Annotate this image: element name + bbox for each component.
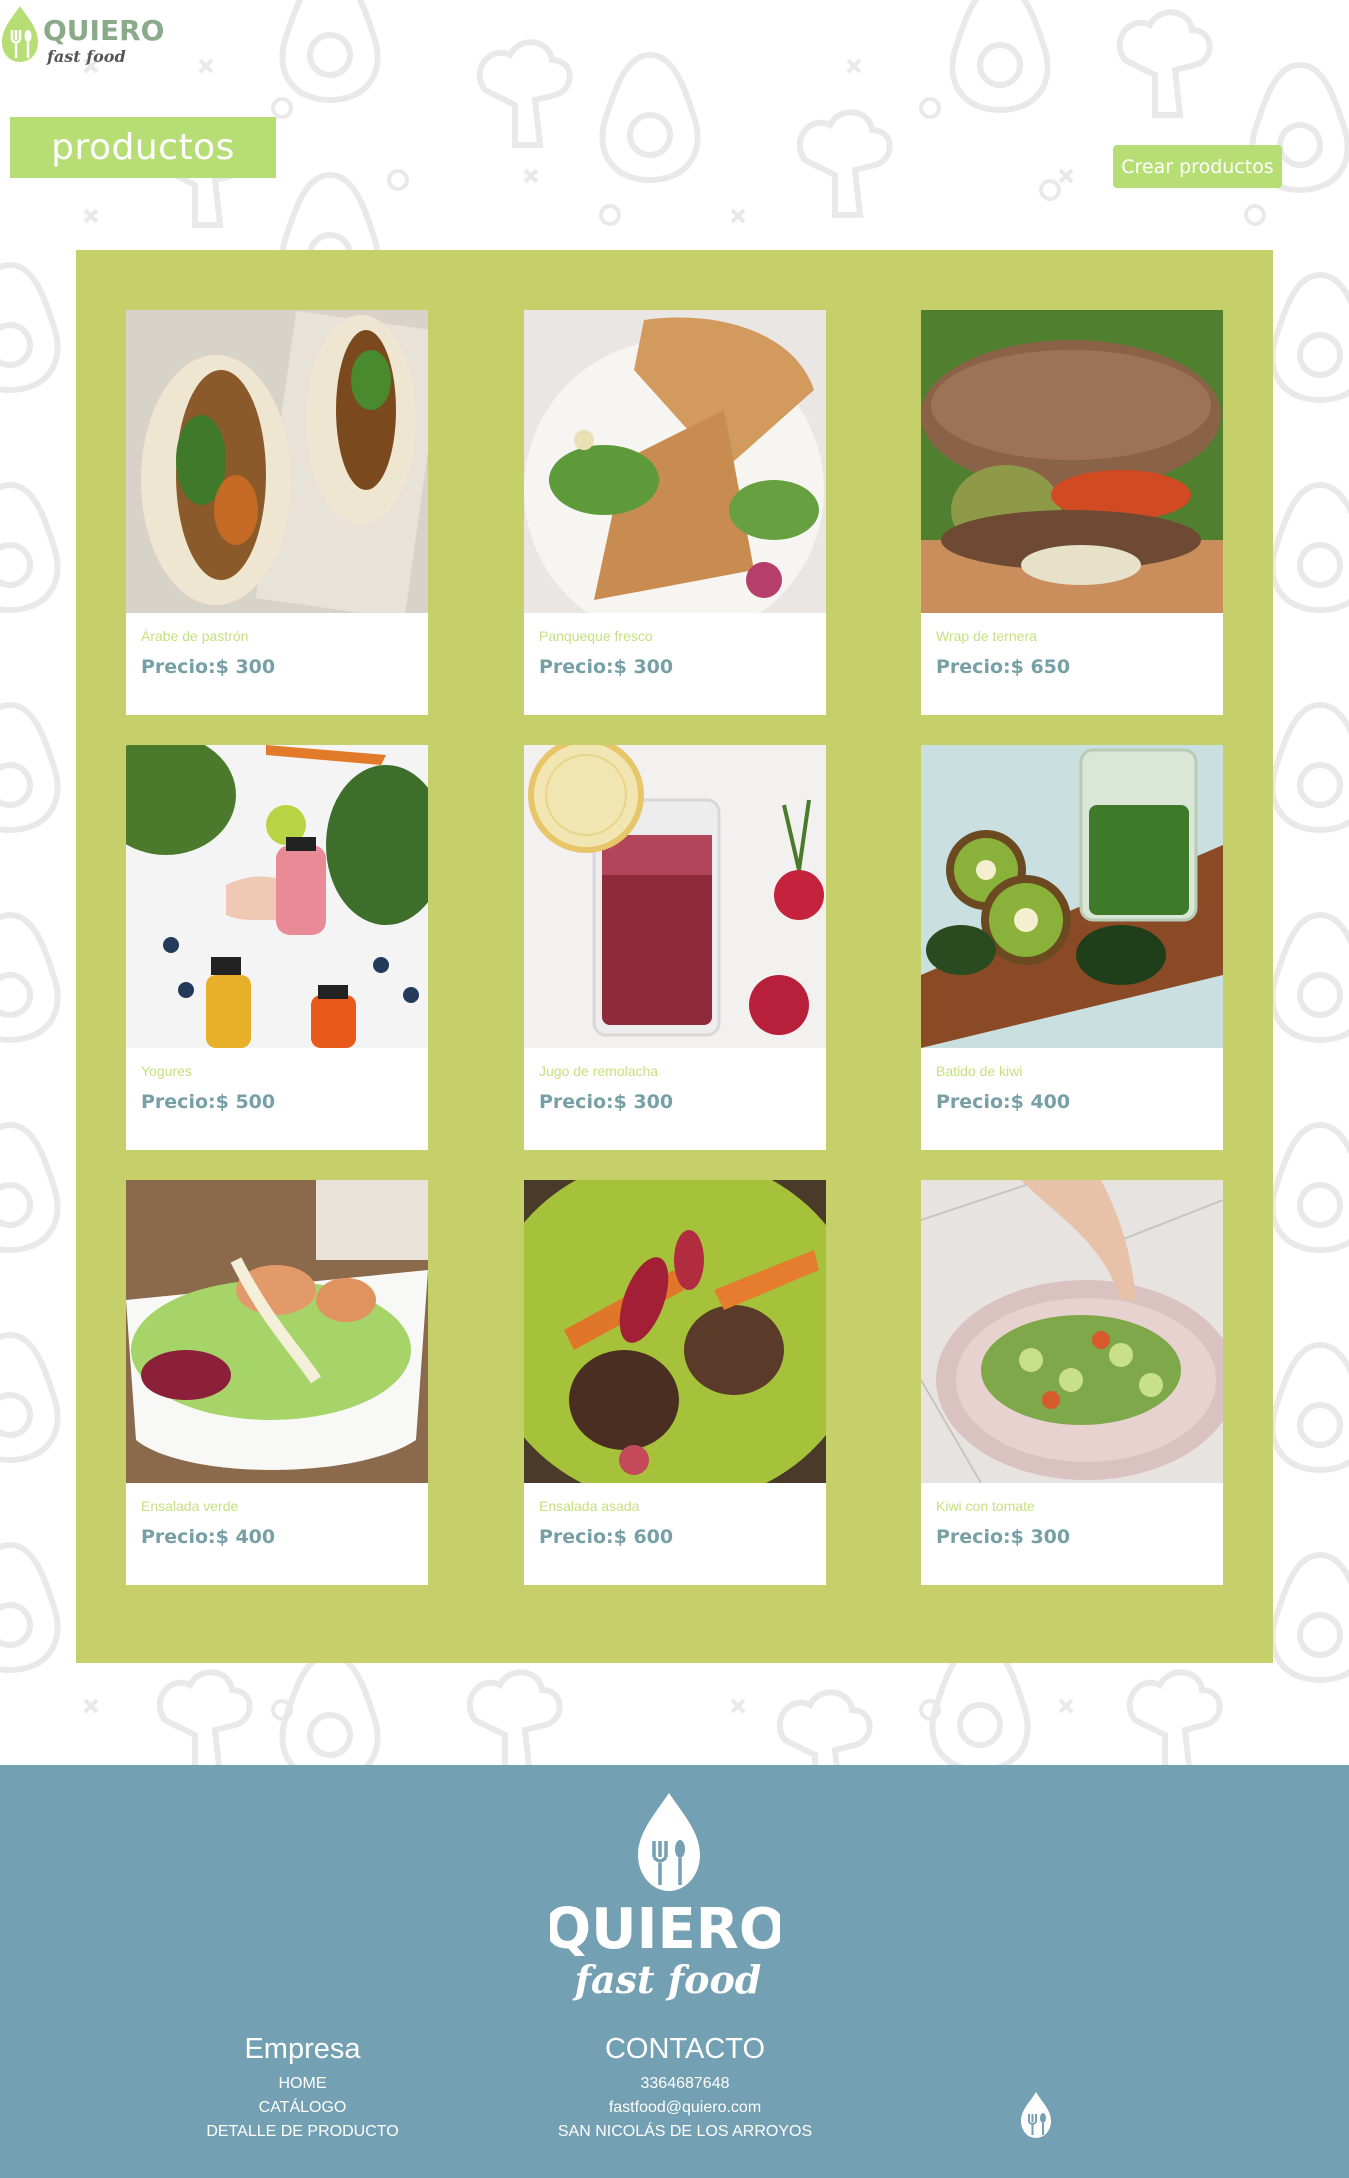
footer-drop-icon [638,1793,700,1891]
footer-empresa-heading: Empresa [244,2033,361,2065]
grilled-salad-photo[interactable] [524,1180,826,1483]
create-products-button[interactable]: Crear productos [1113,145,1282,188]
product-price: Precio:$ 400 [936,1091,1071,1113]
page-title: productos [10,117,276,178]
juice-bottles-photo[interactable] [126,745,428,1048]
cucumber-salad-photo[interactable] [921,1180,1223,1483]
logo-name: QUIERO [43,14,164,47]
product-card[interactable]: Yogures Precio:$ 500 [126,745,428,1150]
logo-tagline: fast food [46,47,126,66]
product-price: Precio:$ 300 [141,656,276,678]
product-price: Precio:$ 300 [936,1526,1071,1548]
footer-address: SAN NICOLÁS DE LOS ARROYOS [557,2123,813,2140]
product-name: Jugo de remolacha [539,1063,659,1079]
product-price: Precio:$ 300 [539,1091,674,1113]
product-name: Ensalada verde [141,1498,239,1514]
crepe-salad-photo[interactable] [524,310,826,613]
footer-link-home[interactable]: HOME [180,2072,425,2096]
footer-logo-tagline: fast food [572,1957,762,2002]
product-card[interactable]: Ensalada verde Precio:$ 400 [126,1180,428,1585]
product-price: Precio:$ 300 [539,656,674,678]
footer-link-detalle[interactable]: DETALLE DE PRODUCTO [180,2120,425,2144]
product-price: Precio:$ 600 [539,1526,674,1548]
footer-link-catalogo[interactable]: CATÁLOGO [180,2096,425,2120]
product-card[interactable]: Árabe de pastrón Precio:$ 300 [126,310,428,715]
logo-drop-icon: QUIERO fast food [2,6,164,66]
burger-photo[interactable] [921,310,1223,613]
product-card[interactable]: Batido de kiwi Precio:$ 400 [921,745,1223,1150]
sandwich-pita-photo[interactable] [126,310,428,613]
beet-juice-photo[interactable] [524,745,826,1048]
product-card[interactable]: Ensalada asada Precio:$ 600 [524,1180,826,1585]
product-price: Precio:$ 650 [936,656,1071,678]
product-card[interactable]: Kiwi con tomate Precio:$ 300 [921,1180,1223,1585]
footer-phone: 3364687648 [640,2075,730,2092]
product-card[interactable]: Wrap de ternera Precio:$ 650 [921,310,1223,715]
product-name: Batido de kiwi [936,1063,1023,1079]
kiwi-smoothie-photo[interactable] [921,745,1223,1048]
product-name: Kiwi con tomate [936,1498,1035,1514]
footer-email[interactable]: fastfood@quiero.com [530,2096,840,2120]
footer-drop-icon [1018,2090,1054,2140]
footer-contacto: CONTACTO 3364687648 fastfood@quiero.com … [530,2033,840,2144]
product-price: Precio:$ 500 [141,1091,276,1113]
product-name: Árabe de pastrón [141,628,249,644]
product-grid: Árabe de pastrón Precio:$ 300 Panqueque … [76,250,1273,1663]
footer-empresa: Empresa HOME CATÁLOGO DETALLE DE PRODUCT… [180,2033,425,2144]
product-name: Ensalada asada [539,1498,640,1514]
footer-logo-name: QUIERO [550,1897,780,1962]
footer-contacto-heading: CONTACTO [604,2033,766,2065]
product-card[interactable]: Jugo de remolacha Precio:$ 300 [524,745,826,1150]
footer-logo[interactable]: QUIERO fast food [544,1793,786,2018]
product-name: Panqueque fresco [539,628,653,644]
brand-logo[interactable]: QUIERO fast food [0,0,170,72]
product-card[interactable]: Panqueque fresco Precio:$ 300 [524,310,826,715]
product-name: Wrap de ternera [936,628,1037,644]
footer: QUIERO fast food Empresa HOME CATÁLOGO D… [0,1765,1349,2178]
green-salad-photo[interactable] [126,1180,428,1483]
product-price: Precio:$ 400 [141,1526,276,1548]
product-name: Yogures [141,1063,192,1079]
